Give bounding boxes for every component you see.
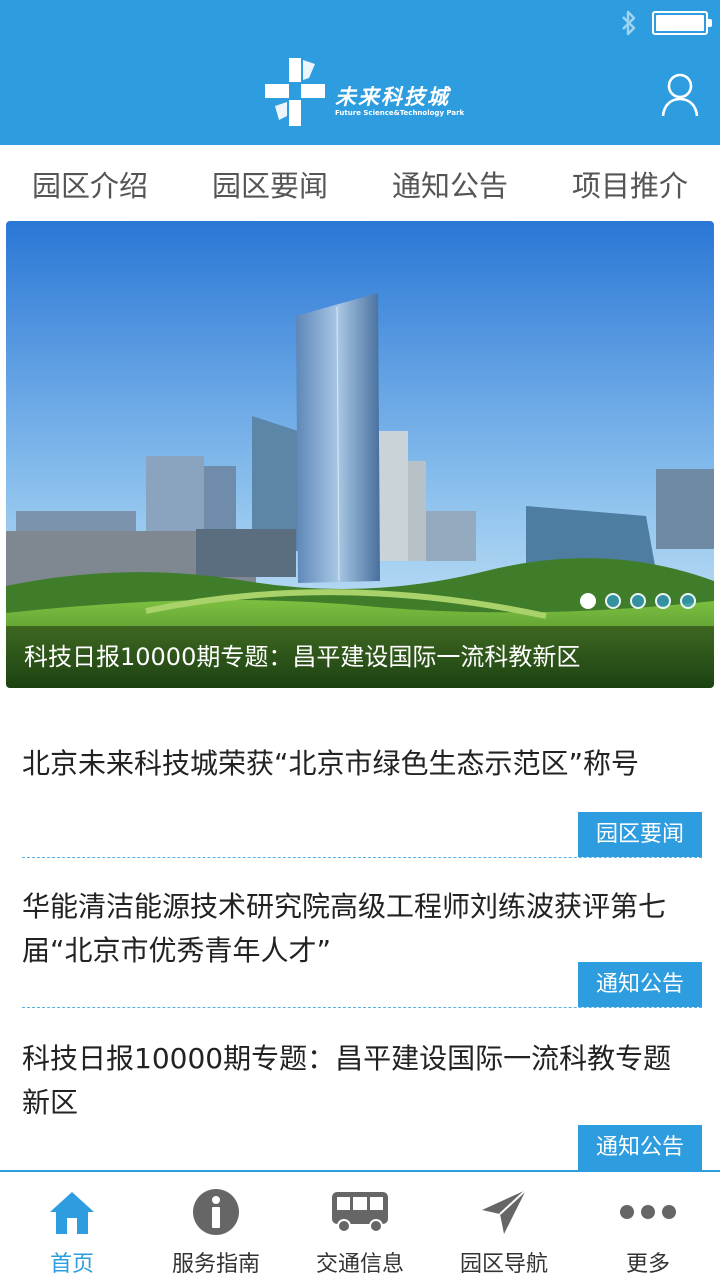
nav-traffic-info[interactable]: 交通信息 xyxy=(288,1172,432,1280)
nav-label: 交通信息 xyxy=(315,1252,404,1277)
carousel-dot[interactable] xyxy=(605,593,621,609)
news-item[interactable]: 华能清洁能源技术研究院高级工程师刘练波获评第七届“北京市优秀青年人才” 通知公告 xyxy=(22,885,702,1008)
nav-more[interactable]: 更多 xyxy=(576,1172,720,1280)
carousel-dot[interactable] xyxy=(655,593,671,609)
news-title[interactable]: 科技日报10000期专题：昌平建设国际一流科教专题新区 xyxy=(22,1037,698,1125)
tab-projects[interactable]: 项目推介 xyxy=(562,163,698,205)
bus-icon xyxy=(330,1186,390,1238)
logo-text: 未来科技城 Future Science&Technology Park xyxy=(335,86,464,118)
carousel-dot[interactable] xyxy=(580,593,596,609)
nav-label: 首页 xyxy=(49,1252,94,1277)
carousel-dot[interactable] xyxy=(680,593,696,609)
navigation-icon xyxy=(480,1186,528,1238)
bottom-navigation: 首页 服务指南 交通信息 园区导航 更多 xyxy=(0,1170,720,1280)
banner-image xyxy=(6,221,714,688)
tab-park-news[interactable]: 园区要闻 xyxy=(202,163,338,205)
news-category-tag[interactable]: 园区要闻 xyxy=(577,812,702,857)
carousel-dot[interactable] xyxy=(630,593,646,609)
tab-notices[interactable]: 通知公告 xyxy=(382,163,518,205)
app-logo: 未来科技城 Future Science&Technology Park xyxy=(263,56,464,128)
nav-home[interactable]: 首页 xyxy=(0,1172,144,1280)
app-header: 未来科技城 Future Science&Technology Park xyxy=(0,0,720,145)
status-bar xyxy=(620,8,712,38)
logo-title-cn: 未来科技城 xyxy=(335,85,450,109)
nav-label: 园区导航 xyxy=(459,1252,548,1277)
nav-label: 更多 xyxy=(625,1252,670,1277)
news-category-tag[interactable]: 通知公告 xyxy=(577,962,702,1007)
logo-title-en: Future Science&Technology Park xyxy=(335,109,465,117)
news-item[interactable]: 科技日报10000期专题：昌平建设国际一流科教专题新区 通知公告 xyxy=(22,1037,702,1170)
battery-icon xyxy=(652,11,712,35)
carousel-indicators xyxy=(580,593,696,609)
nav-label: 服务指南 xyxy=(171,1252,260,1277)
banner-caption: 科技日报10000期专题：昌平建设国际一流科教新区 xyxy=(6,626,714,688)
tab-park-intro[interactable]: 园区介绍 xyxy=(22,163,158,205)
home-icon xyxy=(47,1186,97,1238)
nav-park-navigation[interactable]: 园区导航 xyxy=(432,1172,576,1280)
bluetooth-icon xyxy=(620,9,638,37)
banner-carousel[interactable]: 科技日报10000期专题：昌平建设国际一流科教新区 xyxy=(6,221,714,688)
news-title[interactable]: 华能清洁能源技术研究院高级工程师刘练波获评第七届“北京市优秀青年人才” xyxy=(22,885,698,973)
news-category-tag[interactable]: 通知公告 xyxy=(577,1125,702,1170)
user-profile-icon[interactable] xyxy=(660,72,700,122)
news-item[interactable]: 北京未来科技城荣获“北京市绿色生态示范区”称号 园区要闻 xyxy=(22,745,702,858)
category-tabs: 园区介绍 园区要闻 通知公告 项目推介 xyxy=(0,145,720,223)
more-icon xyxy=(619,1186,677,1238)
logo-mark-icon xyxy=(263,56,327,128)
nav-service-guide[interactable]: 服务指南 xyxy=(144,1172,288,1280)
news-title[interactable]: 北京未来科技城荣获“北京市绿色生态示范区”称号 xyxy=(22,745,698,783)
info-icon xyxy=(192,1186,240,1238)
